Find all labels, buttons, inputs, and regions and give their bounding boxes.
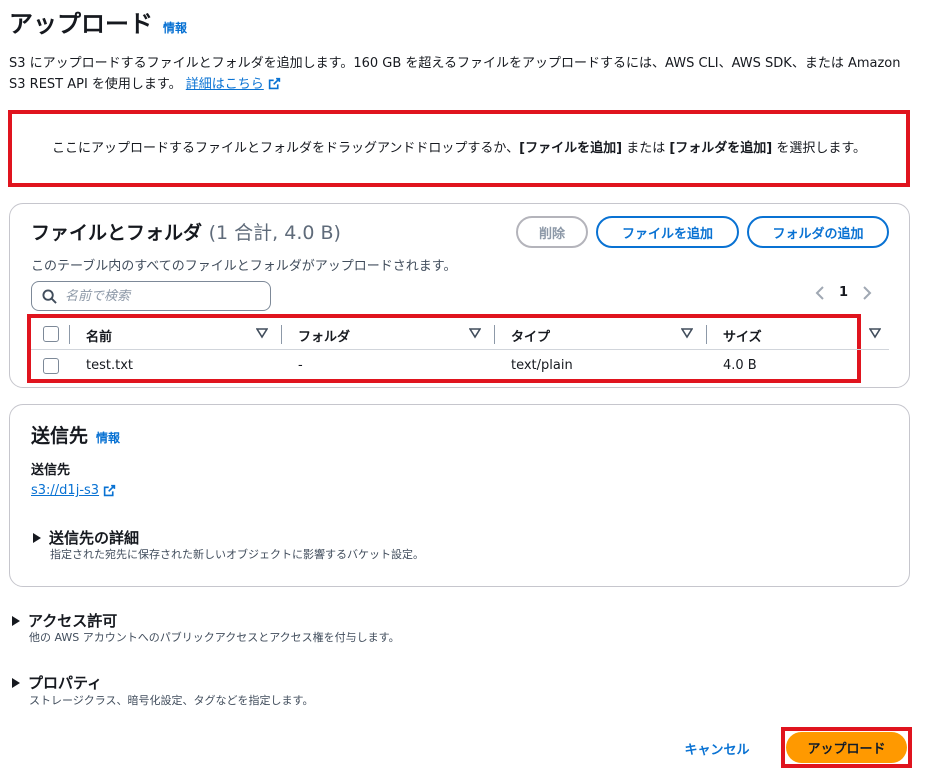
sort-caret-icon[interactable]: [256, 327, 268, 339]
files-title: ファイルとフォルダ (1 合計, 4.0 B): [31, 222, 341, 244]
description-text: S3 にアップロードするファイルとフォルダを追加します。160 GB を超えるフ…: [9, 56, 901, 92]
properties-subtitle: ストレージクラス、暗号化設定、タグなどを指定します。: [29, 694, 314, 707]
column-header-name[interactable]: 名前: [86, 326, 112, 345]
row-checkbox[interactable]: [43, 358, 59, 374]
column-separator[interactable]: [281, 325, 282, 344]
destination-link[interactable]: s3://d1j-s3: [31, 483, 99, 498]
cancel-button[interactable]: キャンセル: [672, 737, 762, 759]
sort-caret-icon[interactable]: [869, 327, 881, 339]
sort-caret-icon[interactable]: [469, 327, 481, 339]
cell-name: test.txt: [86, 358, 133, 373]
cell-folder: -: [298, 358, 303, 373]
column-header-folder[interactable]: フォルダ: [298, 326, 350, 345]
header-info-link[interactable]: 情報: [163, 19, 187, 36]
column-header-size[interactable]: サイズ: [723, 326, 762, 345]
column-separator[interactable]: [494, 325, 495, 344]
upload-button[interactable]: アップロード: [786, 732, 907, 763]
caret-right-icon: [33, 532, 41, 543]
select-all-checkbox[interactable]: [43, 326, 59, 342]
access-subtitle: 他の AWS アカウントへのパブリックアクセスとアクセス権を付与します。: [29, 631, 400, 644]
learn-more-link[interactable]: 詳細はこちら: [186, 77, 264, 92]
table-header-divider: [31, 349, 889, 350]
column-header-type[interactable]: タイプ: [511, 326, 550, 345]
delete-button[interactable]: 削除: [516, 216, 588, 248]
chevron-right-icon[interactable]: [862, 285, 872, 300]
destination-details-subtitle: 指定された宛先に保存された新しいオブジェクトに影響するバケット設定。: [50, 548, 424, 561]
sort-caret-icon[interactable]: [681, 327, 693, 339]
add-folder-button[interactable]: フォルダの追加: [747, 216, 889, 248]
page-header: アップロード 情報: [9, 4, 187, 39]
column-separator[interactable]: [706, 325, 707, 344]
files-subtitle: このテーブル内のすべてのファイルとフォルダがアップロードされます。: [31, 259, 457, 274]
page-title: アップロード: [9, 10, 153, 38]
page-description: S3 にアップロードするファイルとフォルダを追加します。160 GB を超えるフ…: [9, 53, 914, 95]
search-input[interactable]: [65, 288, 255, 304]
destination-header: 送信先 情報: [31, 421, 120, 448]
column-separator: [69, 325, 70, 344]
destination-details-expander[interactable]: 送信先の詳細: [33, 527, 139, 548]
search-icon: [42, 288, 57, 304]
external-link-icon[interactable]: [103, 484, 116, 497]
caret-right-icon: [12, 615, 20, 626]
destination-link-wrap: s3://d1j-s3: [31, 483, 116, 498]
pagination: 1: [815, 285, 872, 300]
destination-label: 送信先: [31, 463, 71, 478]
cell-type: text/plain: [511, 358, 573, 373]
properties-expander[interactable]: プロパティ: [12, 672, 102, 693]
cell-size: 4.0 B: [723, 358, 757, 373]
search-box[interactable]: [31, 281, 271, 311]
drop-zone[interactable]: ここにアップロードするファイルとフォルダをドラッグアンドドロップするか、[ファイ…: [8, 110, 910, 187]
page-number[interactable]: 1: [839, 285, 848, 300]
caret-right-icon: [12, 677, 20, 688]
chevron-left-icon[interactable]: [815, 285, 825, 300]
access-expander[interactable]: アクセス許可: [12, 610, 117, 631]
add-files-button[interactable]: ファイルを追加: [596, 216, 739, 248]
drop-zone-text: ここにアップロードするファイルとフォルダをドラッグアンドドロップするか、[ファイ…: [51, 141, 867, 156]
files-count: (1 合計, 4.0 B): [208, 222, 341, 244]
destination-info-link[interactable]: 情報: [96, 429, 120, 446]
external-link-icon[interactable]: [268, 77, 281, 90]
destination-title: 送信先: [31, 425, 89, 447]
